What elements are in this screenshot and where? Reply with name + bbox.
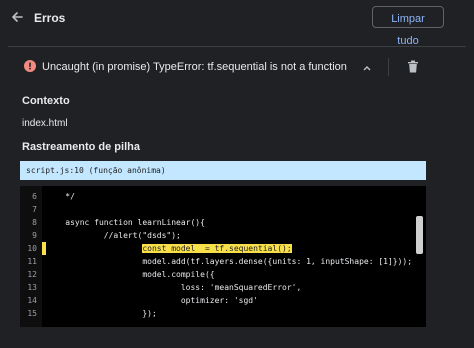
line-number: 12 [27, 270, 37, 279]
context-label: Contexto [22, 95, 70, 107]
line-number: 8 [32, 218, 37, 227]
delete-error-button[interactable] [407, 60, 419, 73]
code-line: 6 */ [20, 190, 416, 203]
error-circle-icon [24, 60, 36, 72]
line-number: 11 [27, 257, 37, 266]
code-line: 15 }); [20, 307, 416, 320]
code-line: 12 model.compile({ [20, 268, 416, 281]
line-number: 10 [27, 244, 37, 253]
code-line: 9 //alert("dsds"); [20, 229, 416, 242]
code-line: 13 loss: 'meanSquaredError', [20, 281, 416, 294]
line-code: */ [46, 192, 75, 201]
error-highlight: const model = tf.sequential(); [142, 244, 292, 253]
error-entry[interactable]: Uncaught (in promise) TypeError: tf.sequ… [0, 52, 474, 82]
code-viewer: 6 */7 8 async function learnLinear(){9 //… [20, 186, 426, 327]
code-line: 7 [20, 203, 416, 216]
header: Erros Limpar tudo [0, 0, 474, 47]
line-number: 7 [32, 205, 37, 214]
line-number: 9 [32, 231, 37, 240]
page-title: Erros [34, 11, 66, 25]
error-message: Uncaught (in promise) TypeError: tf.sequ… [42, 61, 347, 73]
trash-icon [408, 60, 418, 73]
row-separator [388, 58, 389, 76]
header-divider [8, 46, 466, 47]
line-code: }); [46, 309, 157, 318]
code-line: 14 optimizer: 'sgd' [20, 294, 416, 307]
line-code: const model = tf.sequential(); [46, 242, 292, 255]
code-line: 8 async function learnLinear(){ [20, 216, 416, 229]
arrow-left-icon [12, 12, 23, 22]
code-line: 11 model.add(tf.layers.dense({units: 1, … [20, 255, 416, 268]
code-line-highlighted: 10 const model = tf.sequential(); [20, 242, 416, 255]
line-code: async function learnLinear(){ [46, 218, 205, 227]
line-number: 15 [27, 309, 37, 318]
line-number: 6 [32, 192, 37, 201]
clear-all-button[interactable]: Limpar tudo [372, 6, 444, 47]
collapse-button[interactable] [361, 61, 373, 73]
chevron-up-icon [363, 66, 371, 71]
context-value: index.html [22, 118, 68, 129]
code-scrollbar[interactable] [416, 216, 423, 254]
line-number: 13 [27, 283, 37, 292]
stack-frame[interactable]: script.js:10 (função anônima) [20, 161, 426, 180]
back-button[interactable] [10, 10, 24, 24]
line-code: model.compile({ [46, 270, 215, 279]
line-code: //alert("dsds"); [46, 231, 181, 240]
stack-trace-label: Rastreamento de pilha [22, 141, 140, 153]
line-number: 14 [27, 296, 37, 305]
line-code: loss: 'meanSquaredError', [46, 283, 302, 292]
line-code: model.add(tf.layers.dense({units: 1, inp… [46, 257, 413, 266]
line-code: optimizer: 'sgd' [46, 296, 258, 305]
